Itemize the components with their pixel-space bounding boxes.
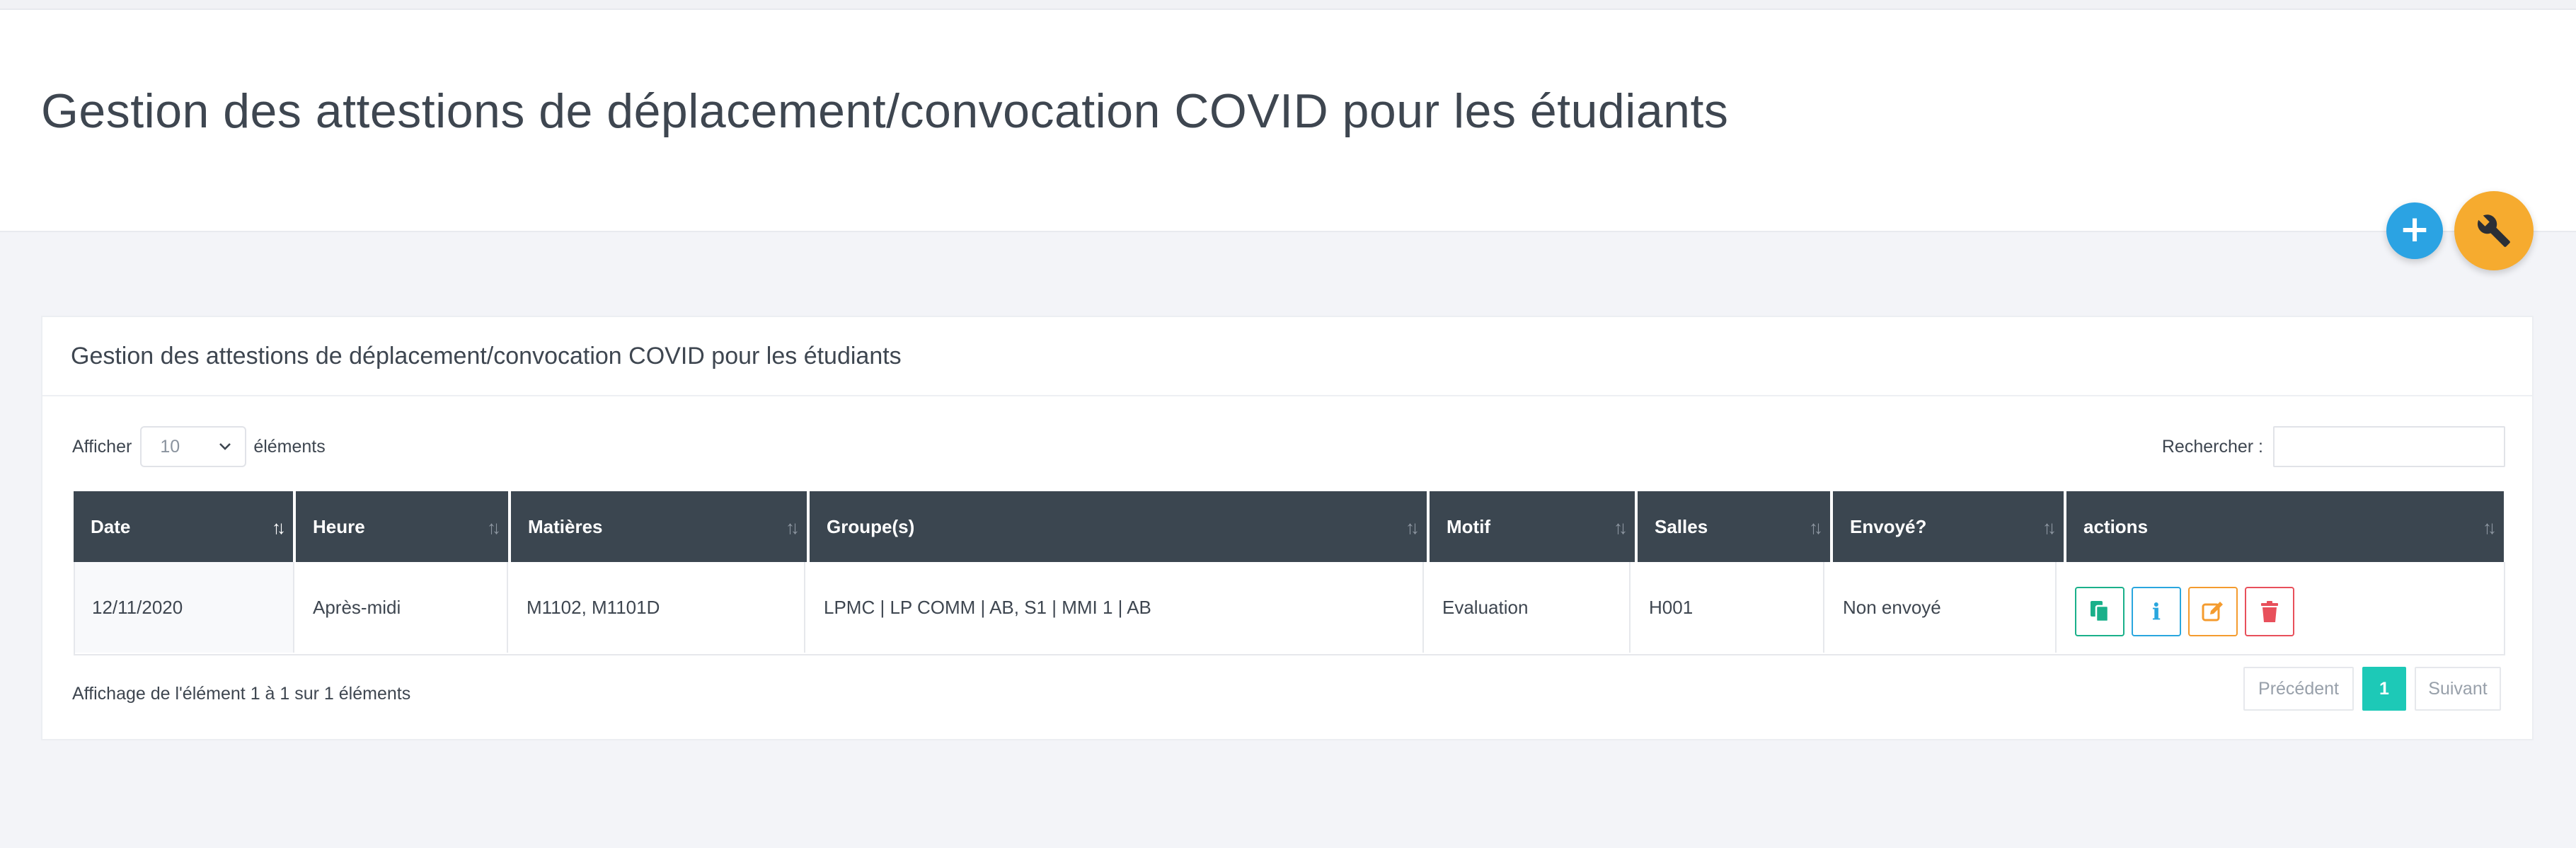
- chevron-down-icon: [219, 443, 231, 450]
- column-header-salles[interactable]: Salles ↑↓: [1638, 491, 1830, 562]
- page-header: Gestion des attestions de déplacement/co…: [0, 10, 2576, 232]
- wrench-icon: [2477, 214, 2510, 247]
- tools-button[interactable]: [2454, 191, 2534, 270]
- table-header: Date ↑↓ Heure ↑↓ Matières ↑↓ Groupe(s) ↑…: [74, 491, 2505, 562]
- length-value: 10: [160, 436, 180, 457]
- table-row: 12/11/2020 Après-midi M1102, M1101D LPMC…: [74, 562, 2505, 655]
- cell-groupes: LPMC | LP COMM | AB, S1 | MMI 1 | AB: [807, 562, 1424, 653]
- cell-actions: i: [2058, 562, 2495, 653]
- length-control: Afficher 10 éléments: [72, 426, 326, 467]
- plus-icon: +: [2399, 208, 2430, 251]
- info-icon: i: [2151, 598, 2161, 625]
- copy-button[interactable]: [2075, 587, 2124, 636]
- search-label: Rechercher :: [2161, 436, 2263, 457]
- pagination-next[interactable]: Suivant: [2415, 667, 2501, 711]
- cell-date: 12/11/2020: [75, 562, 294, 653]
- add-button[interactable]: +: [2386, 202, 2443, 259]
- sort-icon: ↑↓: [272, 517, 286, 538]
- cell-heure: Après-midi: [296, 562, 508, 653]
- copy-icon: [2091, 601, 2110, 623]
- column-header-date[interactable]: Date ↑↓: [74, 491, 293, 562]
- card-title: Gestion des attestions de déplacement/co…: [71, 343, 902, 369]
- info-button[interactable]: i: [2132, 587, 2181, 636]
- table-info: Affichage de l'élément 1 à 1 sur 1 éléme…: [72, 684, 411, 704]
- length-prefix: Afficher: [72, 436, 132, 457]
- pagination-page-1[interactable]: 1: [2362, 667, 2406, 711]
- sort-icon: ↑↓: [487, 517, 501, 538]
- cell-motif: Evaluation: [1425, 562, 1631, 653]
- sort-icon: ↑↓: [1405, 517, 1420, 538]
- attestations-card: Gestion des attestions de déplacement/co…: [41, 316, 2534, 740]
- column-header-groupes[interactable]: Groupe(s) ↑↓: [810, 491, 1427, 562]
- edit-button[interactable]: [2188, 587, 2238, 636]
- search-input[interactable]: [2273, 426, 2505, 467]
- card-header: Gestion des attestions de déplacement/co…: [42, 317, 2532, 396]
- column-header-heure[interactable]: Heure ↑↓: [296, 491, 508, 562]
- sort-icon: ↑↓: [2042, 517, 2057, 538]
- column-header-envoye[interactable]: Envoyé? ↑↓: [1833, 491, 2064, 562]
- sort-icon: ↑↓: [2483, 517, 2497, 538]
- top-strip: [0, 0, 2576, 10]
- attestations-table: Date ↑↓ Heure ↑↓ Matières ↑↓ Groupe(s) ↑…: [74, 491, 2505, 655]
- sort-icon: ↑↓: [1614, 517, 1628, 538]
- search-control: Rechercher :: [2162, 426, 2505, 467]
- pagination-previous[interactable]: Précédent: [2243, 667, 2354, 711]
- cell-envoye: Non envoyé: [1826, 562, 2057, 653]
- page-title: Gestion des attestions de déplacement/co…: [41, 84, 1729, 138]
- cell-salles: H001: [1632, 562, 1824, 653]
- length-select[interactable]: 10: [140, 426, 247, 467]
- pagination: Précédent 1 Suivant: [2243, 667, 2501, 711]
- trash-icon: [2261, 601, 2278, 622]
- sort-icon: ↑↓: [1809, 517, 1823, 538]
- column-header-actions[interactable]: actions ↑↓: [2066, 491, 2504, 562]
- column-header-motif[interactable]: Motif ↑↓: [1430, 491, 1635, 562]
- length-suffix: éléments: [253, 436, 326, 457]
- cell-matieres: M1102, M1101D: [510, 562, 805, 653]
- column-header-matieres[interactable]: Matières ↑↓: [511, 491, 807, 562]
- delete-button[interactable]: [2245, 587, 2294, 636]
- edit-icon: [2202, 602, 2223, 621]
- sort-icon: ↑↓: [786, 517, 800, 538]
